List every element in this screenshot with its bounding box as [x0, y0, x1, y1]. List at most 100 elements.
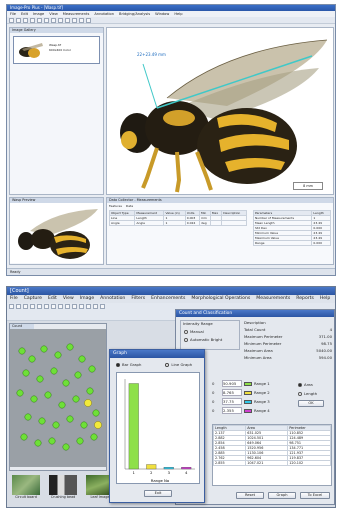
range-row-4[interactable]: 0 2.355 Range 4: [212, 407, 296, 414]
text-tool-icon[interactable]: [93, 304, 98, 309]
main-image-canvas[interactable]: 22+23.49 mm 8 mm: [106, 27, 334, 195]
thumbnail-circuit-board[interactable]: Circuit board: [9, 475, 43, 505]
menu-image[interactable]: Image: [80, 295, 94, 303]
description-group: Description Total Count 4 Maximum Perimet…: [244, 320, 332, 376]
range-row-3[interactable]: 0 37.75 Range 3: [212, 398, 296, 405]
pointer-icon[interactable]: [72, 304, 77, 309]
menu-capture[interactable]: Capture: [24, 295, 42, 303]
count-panel-buttons: Reset Graph To Excel: [236, 492, 330, 499]
paste-icon[interactable]: [37, 304, 42, 309]
menu-file[interactable]: File: [10, 295, 18, 303]
preview-panel: Wasp Preview: [9, 197, 104, 265]
zoom-in-icon[interactable]: [58, 304, 63, 309]
graph-exit-button[interactable]: Exit: [144, 490, 172, 497]
data-tab-data[interactable]: Data: [126, 204, 133, 208]
zoom-out-icon[interactable]: [65, 304, 70, 309]
save-icon[interactable]: [16, 304, 21, 309]
histogram-icon[interactable]: [86, 18, 91, 23]
color-icon[interactable]: [100, 304, 105, 309]
rect-tool-icon[interactable]: [86, 304, 91, 309]
table-row: Range 0.000: [252, 240, 331, 246]
range-row-2[interactable]: 0 8.765 Range 2: [212, 389, 296, 396]
cell-count-image[interactable]: [10, 329, 106, 467]
open-icon[interactable]: [16, 18, 21, 23]
bar-graph-radio[interactable]: Bar Graph: [116, 362, 141, 367]
ruler-icon[interactable]: [79, 18, 84, 23]
count-image-panel: Count: [9, 323, 107, 471]
save-icon[interactable]: [23, 18, 28, 23]
graph-button[interactable]: Graph: [268, 492, 296, 499]
menu-reports[interactable]: Reports: [296, 295, 314, 303]
print-icon[interactable]: [30, 18, 35, 23]
thumbnail-panel: Image Gallery Wasp.tif 600x400 Color: [9, 27, 104, 195]
intensity-range-label: Intensity Range: [183, 321, 213, 326]
menu-help[interactable]: Help: [174, 11, 182, 17]
undo-icon[interactable]: [44, 304, 49, 309]
thumbnail-panel-title: Image Gallery: [10, 28, 103, 33]
ok-button[interactable]: OK: [298, 400, 324, 407]
data-collector-panel: Data Collector - Measurements Features D…: [106, 197, 334, 265]
x-tick-label: 2: [150, 471, 152, 475]
copy-icon[interactable]: [44, 18, 49, 23]
to-excel-button[interactable]: To Excel: [300, 492, 330, 499]
parameters-table: Parameters Length Number of Measurements…: [252, 210, 331, 246]
area-radio[interactable]: Area: [298, 382, 332, 387]
copy-icon[interactable]: [30, 304, 35, 309]
menu-annotation[interactable]: Annotation: [100, 295, 125, 303]
status-text: Ready: [10, 270, 21, 274]
reset-button[interactable]: Reset: [236, 492, 264, 499]
menu-bridging[interactable]: Bridging/Analysis: [119, 11, 150, 17]
new-icon[interactable]: [9, 18, 14, 23]
bar-range-4: [181, 467, 192, 470]
top-toolbar: [7, 17, 335, 24]
menu-edit[interactable]: Edit: [48, 295, 57, 303]
cut-icon[interactable]: [37, 18, 42, 23]
table-row[interactable]: Angle Angle 1 0.024 deg: [108, 220, 247, 226]
menu-morphological[interactable]: Morphological Operations: [191, 295, 250, 303]
table-row[interactable]: 2.855 1047.021 120.102: [213, 460, 331, 466]
scale-bar: 8 mm: [293, 182, 323, 190]
measurement-label: 22+23.49 mm: [137, 52, 166, 57]
measure-icon[interactable]: [72, 18, 77, 23]
menu-view[interactable]: View: [63, 295, 74, 303]
range-2-swatch: [244, 390, 252, 395]
description-label: Description: [244, 320, 266, 325]
data-tab-features[interactable]: Features: [109, 204, 122, 208]
menu-annotation[interactable]: Annotation: [94, 11, 114, 17]
intensity-range-group: Intensity Range Manual Automatic Bright: [180, 320, 240, 350]
stat-row: Minimum Perimeter 98.75: [244, 341, 332, 346]
zoom-out-icon[interactable]: [65, 18, 70, 23]
range-3-swatch: [244, 399, 252, 404]
wasp-preview-image[interactable]: [10, 203, 103, 263]
paste-icon[interactable]: [51, 18, 56, 23]
menu-image[interactable]: Image: [33, 11, 44, 17]
thumbnail-item[interactable]: Wasp.tif 600x400 Color: [13, 36, 100, 64]
menu-view[interactable]: View: [49, 11, 58, 17]
menu-enhancements[interactable]: Enhancements: [151, 295, 185, 303]
results-table-wrap: Length Area Perimeter 2.137 631.025 110.85…: [212, 424, 332, 486]
menu-help[interactable]: Help: [320, 295, 330, 303]
line-graph-radio[interactable]: Line Graph: [165, 362, 192, 367]
length-radio[interactable]: Length: [298, 391, 332, 396]
bar-range-2: [146, 464, 157, 470]
thumbnail-strip: Circuit board Crushing bead Leaf Image: [9, 475, 119, 505]
measurement-table: Object Type Measurement Value (in) Units…: [108, 210, 247, 226]
menu-measurements[interactable]: Measurements: [63, 11, 90, 17]
scale-bar-label: 8 mm: [303, 184, 313, 188]
automatic-radio[interactable]: Automatic Bright: [181, 337, 239, 342]
line-tool-icon[interactable]: [79, 304, 84, 309]
menu-measurements[interactable]: Measurements: [256, 295, 290, 303]
redo-icon[interactable]: [51, 304, 56, 309]
graph-dialog-title: Graph: [110, 350, 204, 358]
open-icon[interactable]: [9, 304, 14, 309]
thumbnail-crushing-bead[interactable]: Crushing bead: [46, 475, 80, 505]
results-table: Length Area Perimeter 2.137 631.025 110.85…: [213, 425, 331, 466]
manual-radio[interactable]: Manual: [181, 329, 239, 334]
menu-filters[interactable]: Filters: [131, 295, 145, 303]
menu-window[interactable]: Window: [155, 11, 169, 17]
menu-edit[interactable]: Edit: [21, 11, 28, 17]
menu-file[interactable]: File: [10, 11, 16, 17]
range-row-1[interactable]: 0 50.905 Range 1: [212, 380, 296, 387]
print-icon[interactable]: [23, 304, 28, 309]
zoom-in-icon[interactable]: [58, 18, 63, 23]
